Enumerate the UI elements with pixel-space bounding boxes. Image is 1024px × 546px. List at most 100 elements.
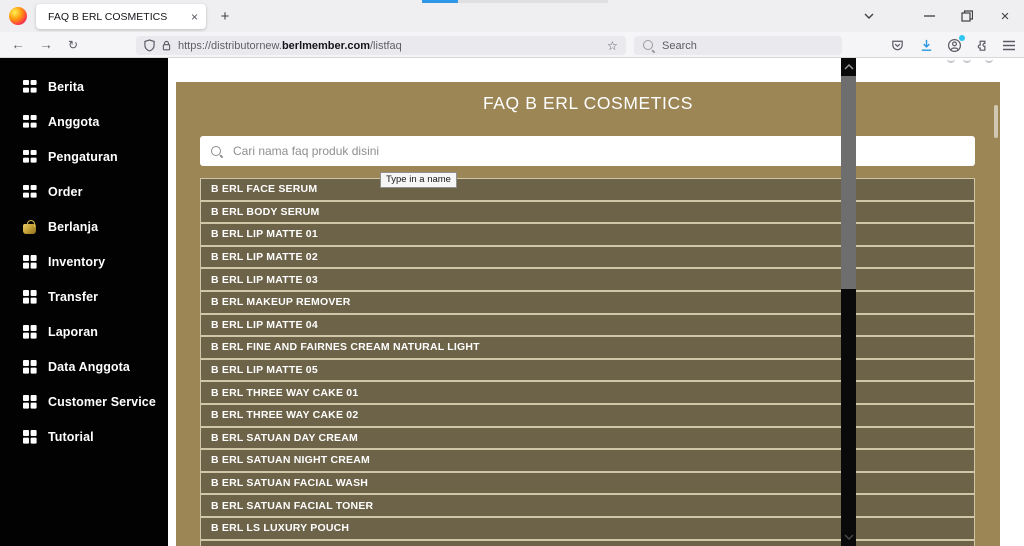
browser-scrollbar-thumb[interactable] bbox=[841, 76, 856, 289]
faq-list-item[interactable]: B ERL LIP TREATMENT MINSASOOL bbox=[200, 540, 975, 546]
address-bar[interactable]: https://distributornew.berlmember.com/li… bbox=[136, 36, 626, 55]
sidebar-item[interactable]: Transfer bbox=[0, 280, 168, 315]
scroll-up-icon[interactable] bbox=[841, 59, 856, 75]
top-edge-artifact-gray bbox=[458, 0, 608, 3]
faq-item-label: B ERL FINE AND FAIRNES CREAM NATURAL LIG… bbox=[211, 341, 480, 353]
browser-search-bar[interactable]: Search bbox=[634, 36, 842, 55]
window-controls: × bbox=[850, 0, 1024, 32]
scroll-down-icon[interactable] bbox=[841, 529, 856, 545]
page-inner-scrollbar-thumb[interactable] bbox=[994, 105, 998, 138]
sidebar-item-label: Data Anggota bbox=[48, 360, 130, 374]
browser-tab[interactable]: FAQ B ERL COSMETICS × bbox=[36, 4, 206, 29]
tab-close-icon[interactable]: × bbox=[185, 10, 198, 24]
clipped-page-glyph bbox=[985, 58, 993, 63]
close-button[interactable]: × bbox=[986, 0, 1024, 32]
sidebar-item[interactable]: Data Anggota bbox=[0, 350, 168, 385]
page-content: FAQ B ERL COSMETICS Cari nama faq produk… bbox=[168, 58, 1009, 546]
sidebar-item-label: Tutorial bbox=[48, 430, 94, 444]
faq-item-label: B ERL SATUAN DAY CREAM bbox=[211, 432, 358, 444]
faq-list-item[interactable]: B ERL LS LUXURY POUCH bbox=[200, 517, 975, 540]
firefox-logo-icon[interactable] bbox=[9, 7, 27, 25]
lock-icon[interactable] bbox=[161, 39, 172, 52]
faq-item-label: B ERL BODY SERUM bbox=[211, 206, 319, 218]
pocket-icon[interactable] bbox=[888, 37, 906, 53]
new-tab-button[interactable]: + bbox=[214, 5, 236, 27]
faq-item-label: B ERL FACE SERUM bbox=[211, 183, 317, 195]
sidebar-item-label: Customer Service bbox=[48, 395, 156, 409]
grid-icon bbox=[22, 429, 38, 445]
browser-scrollbar[interactable] bbox=[841, 58, 856, 546]
faq-list-item[interactable]: B ERL SATUAN FACIAL TONER bbox=[200, 494, 975, 517]
faq-list-item[interactable]: B ERL FACE SERUM bbox=[200, 178, 975, 201]
faq-item-label: B ERL LS LUXURY POUCH bbox=[211, 522, 349, 534]
grid-icon bbox=[22, 184, 38, 200]
faq-list-item[interactable]: B ERL LIP MATTE 05 bbox=[200, 359, 975, 382]
faq-list-item[interactable]: B ERL SATUAN FACIAL WASH bbox=[200, 472, 975, 495]
grid-icon bbox=[22, 289, 38, 305]
clipped-page-glyph bbox=[947, 58, 955, 63]
faq-item-label: B ERL SATUAN FACIAL WASH bbox=[211, 477, 368, 489]
faq-list-item[interactable]: B ERL LIP MATTE 04 bbox=[200, 314, 975, 337]
page-viewport: Berita Anggota Pengaturan Order bbox=[0, 58, 1024, 546]
sidebar-item-label: Laporan bbox=[48, 325, 98, 339]
sidebar-item-label: Berlanja bbox=[48, 220, 98, 234]
sidebar-item[interactable]: Berita bbox=[0, 69, 168, 104]
sidebar-item-label: Transfer bbox=[48, 290, 98, 304]
account-icon[interactable] bbox=[945, 37, 963, 53]
sidebar-item-label: Pengaturan bbox=[48, 150, 118, 164]
sidebar: Berita Anggota Pengaturan Order bbox=[0, 58, 168, 546]
search-tooltip: Type in a name bbox=[380, 172, 457, 188]
faq-list-item[interactable]: B ERL THREE WAY CAKE 02 bbox=[200, 404, 975, 427]
faq-list: B ERL FACE SERUM B ERL BODY SERUM B ERL … bbox=[200, 178, 975, 546]
search-icon bbox=[210, 145, 223, 158]
faq-list-item[interactable]: B ERL SATUAN NIGHT CREAM bbox=[200, 449, 975, 472]
forward-button[interactable]: → bbox=[37, 37, 55, 53]
faq-list-item[interactable]: B ERL LIP MATTE 02 bbox=[200, 246, 975, 269]
page-title: FAQ B ERL COSMETICS bbox=[176, 93, 1000, 114]
shield-icon[interactable] bbox=[144, 39, 155, 52]
clipped-page-glyph bbox=[963, 58, 971, 63]
faq-item-label: B ERL THREE WAY CAKE 02 bbox=[211, 409, 358, 421]
faq-item-label: B ERL LIP MATTE 01 bbox=[211, 228, 318, 240]
faq-item-label: B ERL LIP MATTE 04 bbox=[211, 319, 318, 331]
faq-list-item[interactable]: B ERL LIP MATTE 03 bbox=[200, 268, 975, 291]
faq-list-item[interactable]: B ERL BODY SERUM bbox=[200, 201, 975, 224]
sidebar-item-label: Order bbox=[48, 185, 83, 199]
sidebar-item[interactable]: Pengaturan bbox=[0, 139, 168, 174]
restore-button[interactable] bbox=[948, 0, 986, 32]
grid-icon bbox=[22, 359, 38, 375]
faq-search-input[interactable]: Cari nama faq produk disini bbox=[200, 136, 975, 166]
faq-panel: FAQ B ERL COSMETICS Cari nama faq produk… bbox=[176, 82, 1000, 546]
bookmark-star-icon[interactable]: ☆ bbox=[607, 38, 618, 53]
browser-titlebar: FAQ B ERL COSMETICS × + × bbox=[0, 0, 1024, 32]
sidebar-item[interactable]: Anggota bbox=[0, 104, 168, 139]
grid-icon bbox=[22, 254, 38, 270]
sidebar-item[interactable]: Tutorial bbox=[0, 420, 168, 455]
download-icon[interactable] bbox=[917, 37, 935, 53]
shopping-bag-icon bbox=[22, 219, 38, 235]
faq-item-label: B ERL SATUAN NIGHT CREAM bbox=[211, 454, 370, 466]
sidebar-item[interactable]: Customer Service bbox=[0, 385, 168, 420]
faq-list-item[interactable]: B ERL SATUAN DAY CREAM bbox=[200, 427, 975, 450]
faq-list-item[interactable]: B ERL FINE AND FAIRNES CREAM NATURAL LIG… bbox=[200, 336, 975, 359]
extensions-puzzle-icon[interactable] bbox=[973, 37, 991, 53]
faq-list-item[interactable]: B ERL THREE WAY CAKE 01 bbox=[200, 381, 975, 404]
faq-list-item[interactable]: B ERL MAKEUP REMOVER bbox=[200, 291, 975, 314]
sidebar-item[interactable]: Order bbox=[0, 174, 168, 209]
faq-search-placeholder: Cari nama faq produk disini bbox=[233, 144, 379, 158]
menu-hamburger-icon[interactable] bbox=[1000, 37, 1018, 53]
faq-item-label: B ERL LIP MATTE 02 bbox=[211, 251, 318, 263]
reload-button[interactable]: ↻ bbox=[64, 37, 82, 53]
faq-list-item[interactable]: B ERL LIP MATTE 01 bbox=[200, 223, 975, 246]
sidebar-item[interactable]: Inventory bbox=[0, 244, 168, 279]
sidebar-item[interactable]: Berlanja bbox=[0, 209, 168, 244]
minimize-button[interactable] bbox=[910, 0, 948, 32]
tab-list-chevron-icon[interactable] bbox=[850, 0, 888, 32]
tab-title: FAQ B ERL COSMETICS bbox=[48, 11, 185, 23]
sidebar-item[interactable]: Laporan bbox=[0, 315, 168, 350]
back-button[interactable]: ← bbox=[9, 37, 27, 53]
sidebar-item-label: Berita bbox=[48, 80, 84, 94]
sidebar-item-label: Inventory bbox=[48, 255, 105, 269]
browser-search-placeholder: Search bbox=[662, 40, 697, 52]
grid-icon bbox=[22, 394, 38, 410]
